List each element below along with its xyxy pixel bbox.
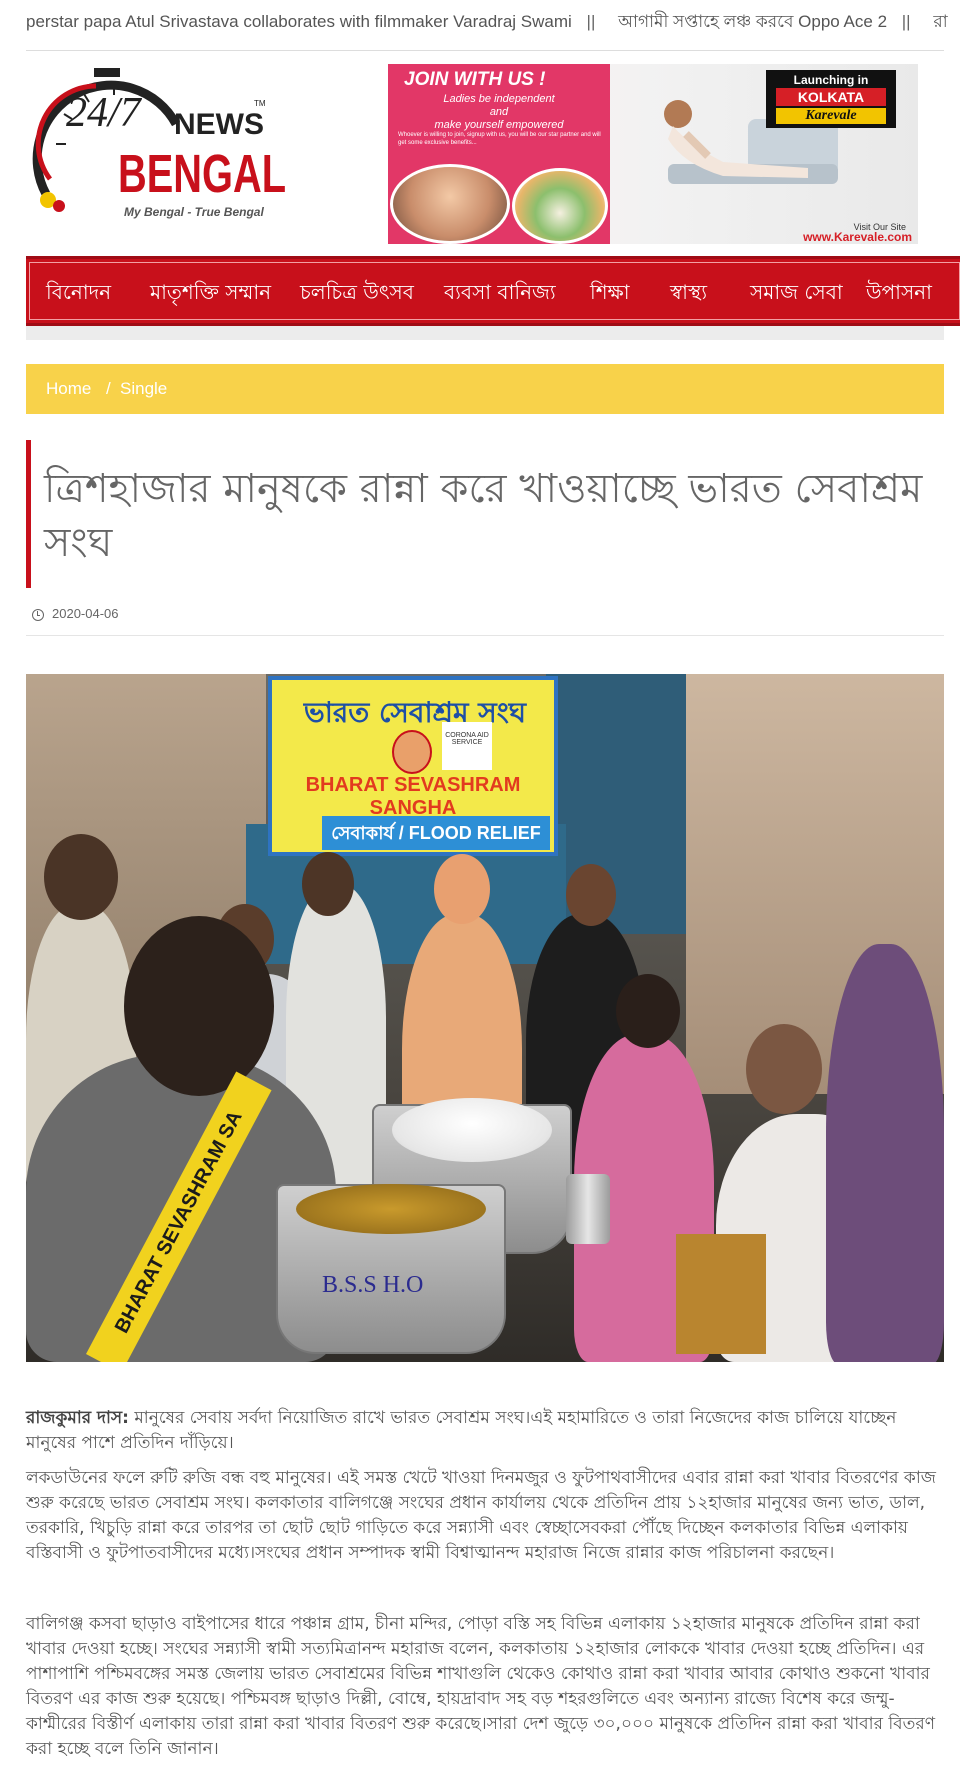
photo-person	[826, 944, 944, 1362]
nav-item-women-empowerment[interactable]: মাতৃশক্তি সম্মান	[150, 263, 271, 321]
banner-english-text: BHARAT SEVASHRAM SANGHA	[305, 774, 521, 819]
nav-item-worship[interactable]: উপাসনা	[866, 263, 932, 321]
article-paragraph: রাজকুমার দাস: মানুষের সেবায় সর্বদা নিয়…	[26, 1406, 940, 1456]
photo-person-head	[44, 834, 118, 920]
nav-item-entertainment[interactable]: বিনোদন	[46, 263, 111, 321]
ad-launch-badge: Launching in KOLKATA Karevale	[766, 70, 896, 128]
photo-monk-head	[434, 854, 490, 924]
breadcrumb: Home / Single	[26, 364, 944, 414]
banner-relief-strip: সেবাকার্য / FLOOD RELIEF	[322, 816, 550, 850]
nav-item-social-service[interactable]: সমাজ সেবা	[750, 263, 843, 321]
article-date: 2020-04-06	[52, 606, 119, 621]
ad-note: Whoever is willing to join, signup with …	[398, 132, 601, 146]
nav-subbar	[26, 326, 944, 340]
photo-rice	[392, 1098, 552, 1162]
article-title: ত্রিশহাজার মানুষকে রান্না করে খাওয়াচ্ছে…	[44, 466, 923, 566]
photo-curry	[296, 1184, 486, 1234]
title-accent-bar	[26, 440, 31, 588]
article-author: রাজকুমার দাস:	[26, 1408, 129, 1428]
clock-icon	[32, 609, 44, 621]
nav-frame: বিনোদন মাতৃশক্তি সম্মান চলচিত্র উৎসব ব্য…	[29, 262, 960, 320]
logo-247: 24/7	[66, 90, 143, 136]
banner-portrait	[392, 730, 432, 774]
pot-label: B.S.S H.O	[322, 1272, 424, 1298]
breadcrumb-home-link[interactable]: Home	[46, 364, 91, 414]
main-navigation: বিনোদন মাতৃশক্তি সম্মান চলচিত্র উৎসব ব্য…	[26, 256, 960, 326]
article-photo: ভারত সেবাশ্রম সংঘ BHARAT SEVASHRAM SANGH…	[26, 674, 944, 1362]
breadcrumb-separator: /	[106, 379, 111, 398]
advertisement-banner[interactable]: JOIN WITH US ! Ladies be independent and…	[388, 64, 918, 244]
nav-item-education[interactable]: শিক্ষা	[590, 263, 630, 321]
photo-person-head	[566, 864, 616, 926]
logo-tm: TM	[254, 99, 266, 108]
photo-woman-head	[616, 974, 680, 1048]
photo-bag	[676, 1234, 766, 1354]
breadcrumb-current: Single	[120, 379, 168, 398]
nav-item-film-festival[interactable]: চলচিত্র উৎসব	[300, 263, 414, 321]
photo-steel-jug	[566, 1174, 610, 1244]
photo-elderly-woman-head	[746, 1024, 822, 1114]
ad-line: Ladies be independent	[443, 93, 555, 105]
date-divider	[26, 635, 944, 636]
ticker-separator: ||	[586, 12, 596, 31]
nav-item-health[interactable]: স্বাস্থ্য	[670, 263, 707, 321]
corona-label: CORONA AID SERVICE	[442, 722, 492, 770]
ad-badge-text: Launching in	[793, 73, 869, 87]
logo-news: NEWS	[174, 108, 264, 141]
ad-badge-city: KOLKATA	[776, 88, 886, 106]
article-paragraph: বালিগঞ্জ কসবা ছাড়াও বাইপাসের ধারে পঞ্চা…	[26, 1614, 936, 1759]
ad-spa-image	[390, 164, 510, 244]
banner-relief-text: সেবাকার্য / FLOOD RELIEF	[331, 823, 541, 843]
logo-bengal: BENGAL	[118, 144, 286, 204]
ad-headline: JOIN WITH US !	[404, 69, 546, 90]
photo-foreground-head	[124, 916, 274, 1096]
ad-promo-panel: JOIN WITH US ! Ladies be independent and…	[388, 64, 610, 244]
ticker-item[interactable]: আগামী সপ্তাহে লঞ্চ করবে Oppo Ace 2	[618, 12, 887, 31]
photo-person-head	[302, 852, 354, 916]
nav-item-business[interactable]: ব্যবসা বানিজ্য	[444, 263, 556, 321]
ticker-item[interactable]: রা	[933, 12, 947, 31]
ad-line: make yourself empowered	[434, 119, 564, 131]
ad-badge-brand: Karevale	[776, 108, 886, 124]
photo-banner: ভারত সেবাশ্রম সংঘ BHARAT SEVASHRAM SANGH…	[268, 676, 558, 856]
logo-tagline: My Bengal - True Bengal	[124, 205, 264, 219]
ticker-separator: ||	[901, 12, 911, 31]
ad-url-link[interactable]: www.Karevale.com	[803, 230, 912, 244]
ticker-divider	[26, 50, 944, 51]
ad-line: and	[489, 106, 509, 118]
article-paragraph-text: মানুষের সেবায় সর্বদা নিয়োজিত রাখে ভারত…	[26, 1408, 897, 1453]
ticker-item[interactable]: perstar papa Atul Srivastava collaborate…	[26, 12, 572, 31]
article-paragraph: লকডাউনের ফলে রুটি রুজি বন্ধ বহু মানুষের।…	[26, 1468, 936, 1563]
news-ticker: perstar papa Atul Srivastava collaborate…	[0, 0, 960, 44]
ad-food-image	[512, 168, 608, 244]
